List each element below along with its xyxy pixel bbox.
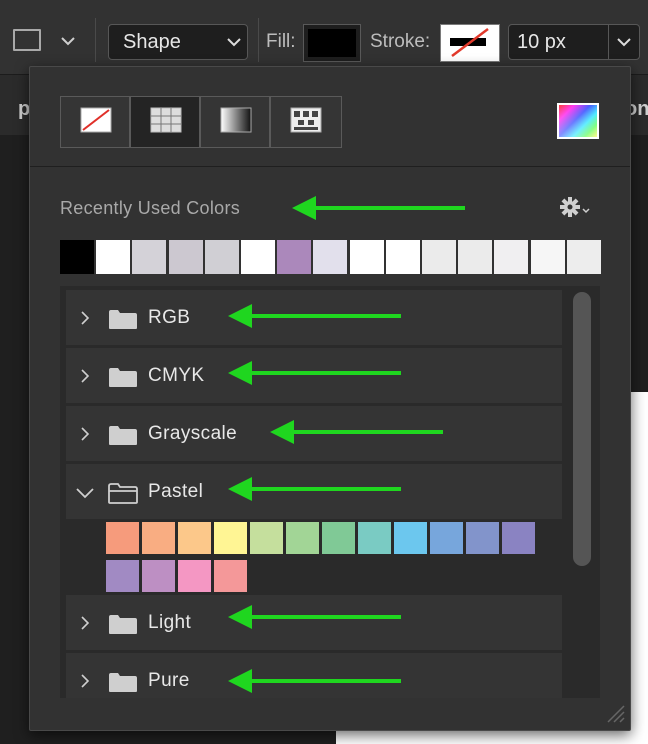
recent-color-swatch[interactable] bbox=[385, 240, 420, 274]
gradient-button[interactable] bbox=[200, 96, 270, 148]
swatch-group-name: RGB bbox=[148, 307, 191, 328]
folder-icon bbox=[108, 671, 138, 698]
recent-color-swatch[interactable] bbox=[494, 240, 529, 274]
recent-color-swatch[interactable] bbox=[349, 240, 384, 274]
recent-color-swatch[interactable] bbox=[241, 240, 275, 274]
recent-color-swatch[interactable] bbox=[60, 240, 94, 274]
stroke-label: Stroke: bbox=[370, 31, 431, 52]
pastel-color-swatch[interactable] bbox=[250, 522, 283, 554]
color-swatches-button[interactable] bbox=[130, 96, 200, 148]
swatch-group-name: CMYK bbox=[148, 365, 205, 386]
swatch-group-rgb[interactable]: RGB bbox=[66, 290, 562, 345]
folder-icon bbox=[108, 308, 138, 335]
pattern-button[interactable] bbox=[270, 96, 342, 148]
stroke-width-field[interactable]: 10 px bbox=[508, 24, 640, 60]
no-color-icon bbox=[80, 107, 112, 133]
recent-color-swatch[interactable] bbox=[422, 240, 456, 274]
recent-color-swatch[interactable] bbox=[168, 240, 203, 274]
chevron-down-icon[interactable] bbox=[76, 486, 94, 504]
chevron-down-icon bbox=[227, 38, 241, 47]
pastel-color-swatch[interactable] bbox=[430, 522, 463, 554]
tool-preset-chevron-icon[interactable] bbox=[60, 34, 76, 48]
recent-colors-row bbox=[60, 240, 601, 276]
resize-grip-icon[interactable] bbox=[604, 704, 626, 724]
pastel-color-swatch[interactable] bbox=[502, 522, 535, 554]
chevron-right-icon[interactable] bbox=[80, 426, 90, 447]
pastel-color-swatch[interactable] bbox=[286, 522, 319, 554]
recent-color-swatch[interactable] bbox=[277, 240, 312, 274]
recent-color-swatch[interactable] bbox=[566, 240, 601, 274]
swatch-group-name: Grayscale bbox=[148, 423, 238, 444]
pastel-color-swatch[interactable] bbox=[178, 522, 211, 554]
chevron-down-icon bbox=[617, 38, 631, 47]
gradient-icon bbox=[220, 107, 252, 133]
pastel-color-swatch[interactable] bbox=[106, 560, 139, 592]
fill-swatch-button[interactable] bbox=[303, 24, 361, 62]
folder-icon bbox=[108, 366, 138, 393]
color-spectrum-icon bbox=[559, 105, 597, 137]
pastel-color-swatch[interactable] bbox=[358, 522, 391, 554]
scrollbar-thumb[interactable] bbox=[573, 292, 591, 566]
pastel-color-swatch[interactable] bbox=[322, 522, 355, 554]
folder-icon bbox=[108, 613, 138, 640]
rectangle-tool-icon[interactable] bbox=[13, 29, 41, 51]
folder-icon bbox=[108, 424, 138, 451]
stroke-preview-icon bbox=[450, 28, 489, 57]
stroke-width-dropdown-button[interactable] bbox=[608, 25, 639, 59]
chevron-right-icon[interactable] bbox=[80, 310, 90, 331]
fill-type-buttons bbox=[60, 96, 342, 148]
pastel-color-swatch[interactable] bbox=[214, 522, 247, 554]
swatch-group-pastel[interactable]: Pastel bbox=[66, 464, 562, 519]
pastel-color-swatch[interactable] bbox=[178, 560, 211, 592]
swatch-group-grayscale[interactable]: Grayscale bbox=[66, 406, 562, 461]
toolbar-divider bbox=[258, 18, 259, 62]
pastel-color-swatch[interactable] bbox=[106, 522, 139, 554]
stroke-swatch-button[interactable] bbox=[440, 24, 500, 62]
pastel-color-swatch[interactable] bbox=[142, 560, 175, 592]
recent-color-swatch[interactable] bbox=[530, 240, 565, 274]
fill-color-preview bbox=[308, 29, 356, 57]
recent-color-swatch[interactable] bbox=[458, 240, 493, 274]
swatch-group-pure[interactable]: Pure bbox=[66, 653, 562, 698]
pattern-icon bbox=[290, 107, 322, 133]
pastel-color-swatch[interactable] bbox=[214, 560, 247, 592]
swatch-groups-list: RGB CMYK Grayscale Pastel Light Pure bbox=[60, 286, 600, 698]
swatch-group-name: Pastel bbox=[148, 481, 204, 502]
no-color-button[interactable] bbox=[60, 96, 130, 148]
swatch-group-light[interactable]: Light bbox=[66, 595, 562, 650]
color-picker-button[interactable] bbox=[557, 103, 599, 139]
swatch-group-cmyk[interactable]: CMYK bbox=[66, 348, 562, 403]
recent-color-swatch[interactable] bbox=[132, 240, 167, 274]
panel-divider bbox=[30, 166, 630, 167]
recent-color-swatch[interactable] bbox=[96, 240, 131, 274]
chevron-right-icon[interactable] bbox=[80, 368, 90, 389]
pastel-color-swatch[interactable] bbox=[394, 522, 427, 554]
recently-used-colors-title: Recently Used Colors bbox=[60, 198, 241, 218]
shape-mode-value: Shape bbox=[123, 31, 181, 53]
grid-icon bbox=[150, 107, 182, 133]
folder-open-icon bbox=[108, 482, 138, 509]
recent-color-swatch[interactable] bbox=[204, 240, 239, 274]
swatch-group-name: Pure bbox=[148, 670, 190, 691]
recent-color-swatch[interactable] bbox=[313, 240, 348, 274]
pastel-color-swatch[interactable] bbox=[466, 522, 499, 554]
toolbar-divider bbox=[95, 18, 96, 62]
pastel-color-swatch[interactable] bbox=[142, 522, 175, 554]
chevron-right-icon[interactable] bbox=[80, 673, 90, 694]
fill-label: Fill: bbox=[266, 31, 296, 52]
swatch-group-name: Light bbox=[148, 612, 192, 633]
chevron-right-icon[interactable] bbox=[80, 615, 90, 636]
stroke-width-value: 10 px bbox=[517, 31, 566, 53]
gear-icon[interactable] bbox=[558, 195, 594, 221]
shape-mode-dropdown[interactable]: Shape bbox=[108, 24, 248, 60]
